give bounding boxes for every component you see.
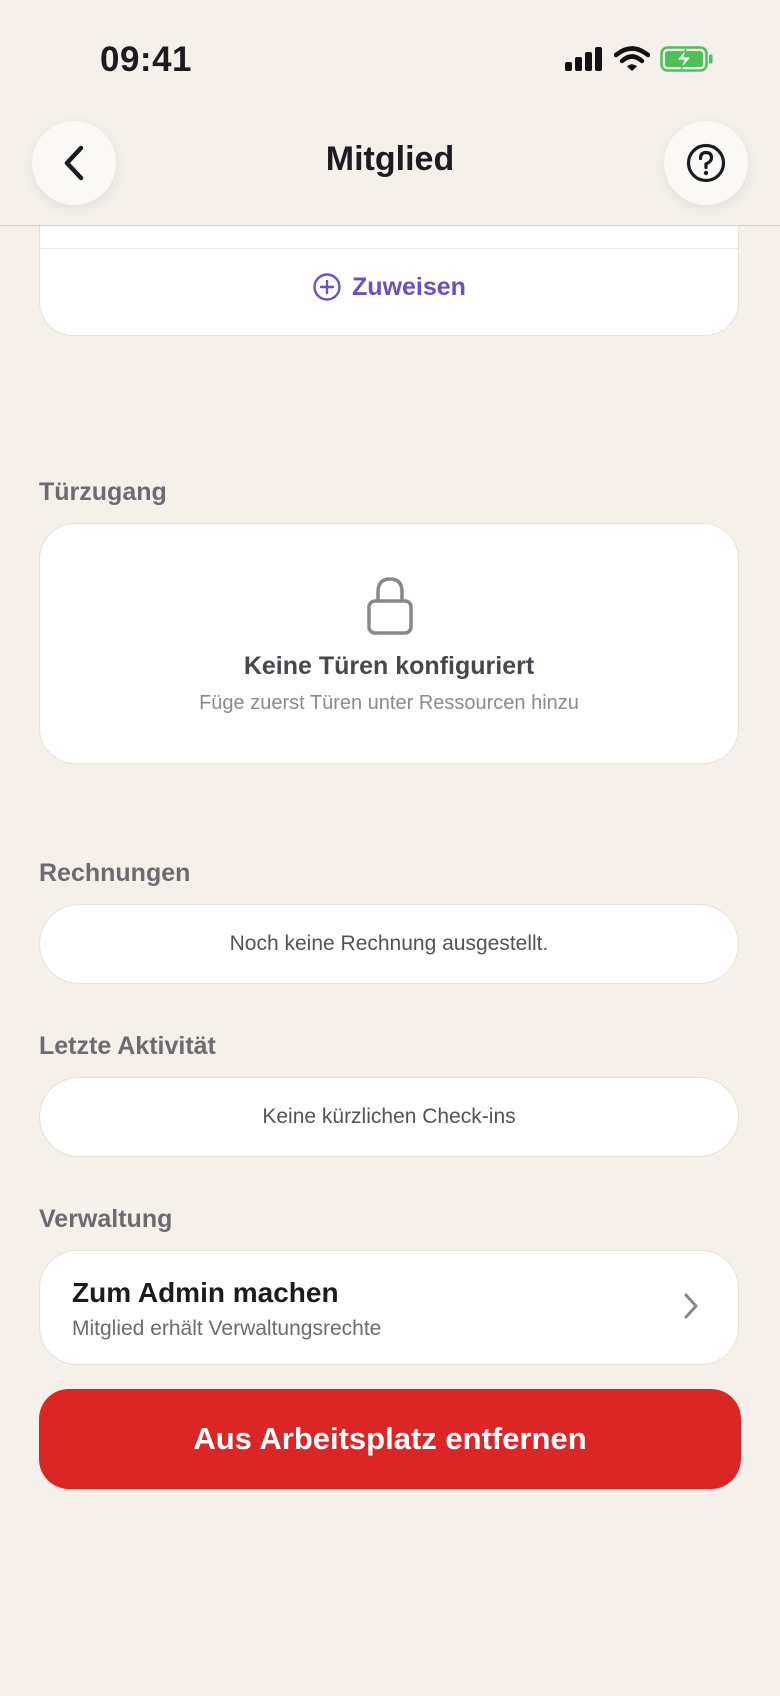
status-icons (564, 46, 714, 72)
invoices-empty-text: Noch keine Rechnung ausgestellt. (229, 932, 549, 955)
door-empty-title: Keine Türen konfiguriert (243, 652, 535, 680)
activity-empty-text: Keine kürzlichen Check-ins (262, 1105, 516, 1128)
make-admin-title: Zum Admin machen (72, 1277, 339, 1308)
help-circle-icon (686, 143, 726, 183)
page-title: Mitglied (325, 140, 455, 178)
lock-icon (367, 577, 413, 635)
plus-circle-icon (313, 273, 341, 301)
status-bar: 09:41 (0, 0, 780, 110)
chevron-right-icon (684, 1293, 698, 1319)
door-access-heading: Türzugang (39, 478, 167, 506)
status-time: 09:41 (100, 40, 193, 79)
remove-button-label: Aus Arbeitsplatz entfernen (193, 1421, 587, 1456)
battery-charging-icon (660, 46, 713, 72)
assign-button[interactable]: Zuweisen (40, 272, 738, 302)
door-empty-subtitle: Füge zuerst Türen unter Ressourcen hinzu (199, 692, 579, 714)
cellular-signal-icon (565, 47, 602, 71)
management-heading: Verwaltung (39, 1205, 173, 1233)
activity-empty-card: Keine kürzlichen Check-ins (39, 1077, 739, 1157)
invoices-empty-card: Noch keine Rechnung ausgestellt. (39, 904, 739, 984)
make-admin-row[interactable]: Zum Admin machen Mitglied erhält Verwalt… (39, 1250, 739, 1365)
wifi-icon (614, 46, 650, 71)
invoices-heading: Rechnungen (39, 859, 191, 887)
assign-label: Zuweisen (352, 272, 466, 301)
navigation-bar: Mitglied (0, 110, 780, 226)
activity-heading: Letzte Aktivität (39, 1032, 216, 1060)
divider (40, 248, 738, 249)
door-access-card: Keine Türen konfiguriert Füge zuerst Tür… (39, 523, 739, 764)
remove-from-workspace-button[interactable]: Aus Arbeitsplatz entfernen (39, 1389, 741, 1489)
help-button[interactable] (664, 121, 748, 205)
make-admin-subtitle: Mitglied erhält Verwaltungsrechte (72, 1317, 382, 1340)
